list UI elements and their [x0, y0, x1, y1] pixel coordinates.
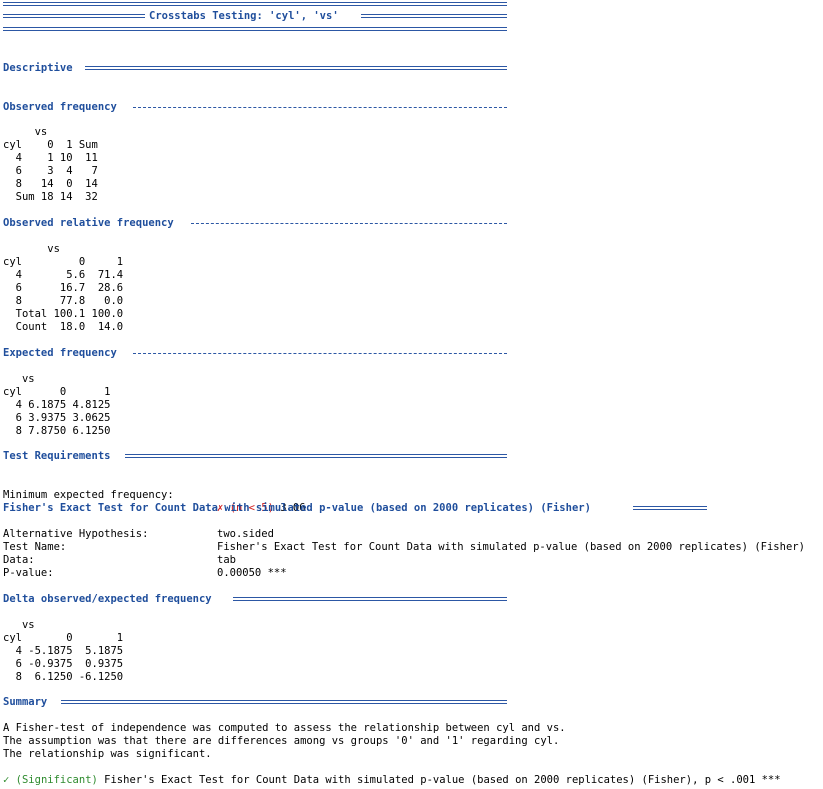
top-rule	[3, 2, 507, 6]
section-rule	[85, 66, 507, 70]
section-title: Descriptive	[3, 62, 73, 74]
table-row: 8 7.8750 6.1250	[3, 425, 111, 437]
result-key: Alternative Hypothesis:	[3, 528, 149, 540]
section-title: Observed relative frequency	[3, 217, 174, 229]
section-rule	[633, 506, 707, 510]
table-row: Total 100.1 100.0	[3, 308, 124, 320]
significance-badge: (Significant)	[15, 774, 98, 786]
conclusion-line: ✓ (Significant) Fisher's Exact Test for …	[3, 774, 781, 787]
page-title: Crosstabs Testing: 'cyl', 'vs'	[149, 10, 339, 22]
requirement-row: Minimum expected frequency: ✗ (n < 5) 3.…	[3, 476, 306, 514]
section-rule	[61, 700, 507, 704]
section-summary: Summary	[3, 696, 507, 710]
table-row: vs	[3, 243, 60, 255]
conclusion-text: Fisher's Exact Test for Count Data with …	[97, 774, 781, 786]
table-row: 6 -0.9375 0.9375	[3, 658, 124, 670]
section-rule	[133, 107, 507, 108]
check-icon: ✓	[3, 774, 10, 786]
title-bottom-rule	[3, 27, 507, 31]
summary-line: The relationship was significant.	[3, 748, 212, 760]
table-row: 6 3 4 7	[3, 165, 98, 177]
table-row: cyl 0 1	[3, 632, 124, 644]
table-row: 8 6.1250 -6.1250	[3, 671, 124, 683]
table-row: vs	[3, 619, 35, 631]
table-row: 8 14 0 14	[3, 178, 98, 190]
title-right-rule	[361, 14, 507, 18]
result-key: Data:	[3, 554, 35, 566]
table-row: 8 77.8 0.0	[3, 295, 124, 307]
observed-frequency-table: vs cyl 0 1 Sum 4 1 10 11 6 3 4 7 8 14 0 …	[3, 126, 98, 204]
section-rule	[133, 353, 507, 354]
delta-table: vs cyl 0 1 4 -5.1875 5.1875 6 -0.9375 0.…	[3, 619, 123, 684]
table-row: vs	[3, 373, 35, 385]
table-row: cyl 0 1 Sum	[3, 139, 98, 151]
section-title: Observed frequency	[3, 101, 117, 113]
requirement-label: Minimum expected frequency:	[3, 489, 174, 501]
requirements-list: Minimum expected frequency: ✗ (n < 5) 3.…	[3, 476, 306, 514]
section-title: Test Requirements	[3, 450, 111, 462]
section-title: Delta observed/expected frequency	[3, 593, 212, 605]
table-row: 4 -5.1875 5.1875	[3, 645, 124, 657]
title-left-rule	[3, 14, 145, 18]
section-title: Summary	[3, 696, 48, 708]
table-row: 4 6.1875 4.8125	[3, 399, 111, 411]
section-observed-frequency: Observed frequency	[3, 101, 507, 115]
table-row: 4 5.6 71.4	[3, 269, 124, 281]
section-rule	[233, 597, 507, 601]
section-title: Fisher's Exact Test for Count Data with …	[3, 502, 591, 514]
table-row: 6 16.7 28.6	[3, 282, 124, 294]
result-key: P-value:	[3, 567, 54, 579]
section-expected-frequency: Expected frequency	[3, 347, 507, 361]
result-value: 0.00050 ***	[217, 567, 287, 579]
table-row: vs	[3, 126, 48, 138]
title-banner: Crosstabs Testing: 'cyl', 'vs'	[3, 10, 507, 24]
section-rule	[125, 454, 507, 458]
section-descriptive: Descriptive	[3, 62, 507, 76]
result-value: Fisher's Exact Test for Count Data with …	[217, 541, 805, 553]
section-rule	[191, 223, 507, 224]
section-test-requirements: Test Requirements	[3, 450, 507, 464]
section-fisher: Fisher's Exact Test for Count Data with …	[3, 502, 707, 516]
table-row: 4 1 10 11	[3, 152, 98, 164]
observed-relative-frequency-table: vs cyl 0 1 4 5.6 71.4 6 16.7 28.6 8 77.8…	[3, 243, 123, 334]
summary-text: A Fisher-test of independence was comput…	[3, 722, 566, 761]
table-row: cyl 0 1	[3, 256, 124, 268]
result-value: tab	[217, 554, 236, 566]
section-delta: Delta observed/expected frequency	[3, 593, 507, 607]
table-row: cyl 0 1	[3, 386, 111, 398]
summary-line: A Fisher-test of independence was comput…	[3, 722, 566, 734]
result-key: Test Name:	[3, 541, 67, 553]
expected-frequency-table: vs cyl 0 1 4 6.1875 4.8125 6 3.9375 3.06…	[3, 373, 110, 438]
result-value: two.sided	[217, 528, 274, 540]
table-row: Sum 18 14 32	[3, 191, 98, 203]
section-observed-relative-frequency: Observed relative frequency	[3, 217, 507, 231]
section-title: Expected frequency	[3, 347, 117, 359]
summary-line: The assumption was that there are differ…	[3, 735, 560, 747]
table-row: Count 18.0 14.0	[3, 321, 124, 333]
table-row: 6 3.9375 3.0625	[3, 412, 111, 424]
